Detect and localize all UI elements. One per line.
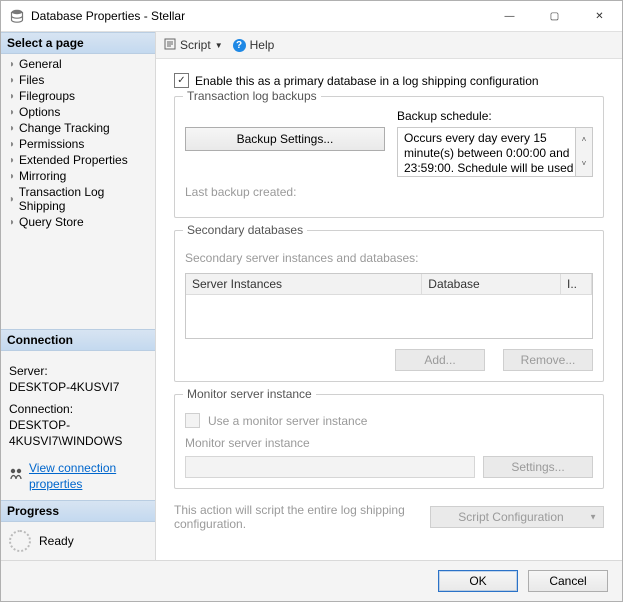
add-secondary-button[interactable]: Add... <box>395 349 485 371</box>
page-label: Files <box>19 73 44 87</box>
remove-secondary-button: Remove... <box>503 349 593 371</box>
page-general[interactable]: ◗General <box>1 56 155 72</box>
backup-schedule-label: Backup schedule: <box>397 109 593 123</box>
connection-value: DESKTOP-4KUSVI7\WINDOWS <box>9 417 147 449</box>
col-last[interactable]: I.. <box>561 274 592 294</box>
use-monitor-label: Use a monitor server instance <box>208 414 367 428</box>
grid-header: Server Instances Database I.. <box>186 274 592 295</box>
use-monitor-checkbox <box>185 413 200 428</box>
sidebar: Select a page ◗General ◗Files ◗Filegroup… <box>1 32 156 560</box>
page-list: ◗General ◗Files ◗Filegroups ◗Options ◗Ch… <box>1 54 155 238</box>
backup-settings-button[interactable]: Backup Settings... <box>185 127 385 151</box>
col-database[interactable]: Database <box>422 274 561 294</box>
cancel-button[interactable]: Cancel <box>528 570 608 592</box>
close-button[interactable]: ✕ <box>577 1 622 31</box>
backup-schedule-text: Occurs every day every 15 minute(s) betw… <box>404 131 573 177</box>
page-extended-properties[interactable]: ◗Extended Properties <box>1 152 155 168</box>
schedule-spin-up[interactable]: ˄ <box>575 128 592 153</box>
enable-primary-checkbox[interactable] <box>174 73 189 88</box>
help-label: Help <box>250 38 275 52</box>
help-button[interactable]: ? Help <box>233 38 275 52</box>
script-label: Script <box>180 38 211 52</box>
title-bar: Database Properties - Stellar — ▢ ✕ <box>1 1 622 32</box>
page-filegroups[interactable]: ◗Filegroups <box>1 88 155 104</box>
database-icon <box>9 8 25 24</box>
minimize-button[interactable]: — <box>487 1 532 31</box>
script-dropdown[interactable]: Script ▼ <box>164 38 223 53</box>
sec-db-legend: Secondary databases <box>183 223 307 237</box>
secondary-databases-group: Secondary databases Secondary server ins… <box>174 230 604 382</box>
script-icon <box>164 38 176 53</box>
dropdown-icon: ▼ <box>215 41 223 50</box>
transaction-log-backups-group: Transaction log backups Backup Settings.… <box>174 96 604 218</box>
last-backup-label: Last backup created: <box>185 185 593 199</box>
select-page-header: Select a page <box>1 32 155 54</box>
page-label: Transaction Log Shipping <box>19 185 151 213</box>
content-toolbar: Script ▼ ? Help <box>156 32 622 59</box>
page-transaction-log-shipping[interactable]: ◗Transaction Log Shipping <box>1 184 155 214</box>
page-label: Permissions <box>19 137 84 151</box>
script-note: This action will script the entire log s… <box>174 503 430 531</box>
connection-properties-icon <box>9 467 23 485</box>
connection-header: Connection <box>1 329 155 351</box>
server-value: DESKTOP-4KUSVI7 <box>9 379 147 395</box>
maximize-button[interactable]: ▢ <box>532 1 577 31</box>
col-server-instances[interactable]: Server Instances <box>186 274 422 294</box>
window-root: Database Properties - Stellar — ▢ ✕ Sele… <box>0 0 623 602</box>
progress-status: Ready <box>39 534 74 548</box>
secondary-grid[interactable]: Server Instances Database I.. <box>185 273 593 339</box>
main-panel: Script ▼ ? Help Enable this as a primary… <box>156 32 622 560</box>
dialog-footer: OK Cancel <box>1 560 622 601</box>
script-configuration-dropdown: Script Configuration ▼ <box>430 506 604 528</box>
page-label: Extended Properties <box>19 153 128 167</box>
page-query-store[interactable]: ◗Query Store <box>1 214 155 230</box>
grid-body <box>186 295 592 338</box>
monitor-server-field <box>185 456 475 478</box>
monitor-server-group: Monitor server instance Use a monitor se… <box>174 394 604 489</box>
monitor-settings-button: Settings... <box>483 456 593 478</box>
page-label: Query Store <box>19 215 84 229</box>
monitor-legend: Monitor server instance <box>183 387 316 401</box>
page-files[interactable]: ◗Files <box>1 72 155 88</box>
page-label: Filegroups <box>19 89 75 103</box>
progress-header: Progress <box>1 500 155 522</box>
page-change-tracking[interactable]: ◗Change Tracking <box>1 120 155 136</box>
help-icon: ? <box>233 39 246 52</box>
content-area: Enable this as a primary database in a l… <box>156 59 622 560</box>
page-mirroring[interactable]: ◗Mirroring <box>1 168 155 184</box>
secondary-list-label: Secondary server instances and databases… <box>185 251 593 265</box>
connection-panel: Server: DESKTOP-4KUSVI7 Connection: DESK… <box>1 351 155 500</box>
connection-label: Connection: <box>9 401 147 417</box>
page-permissions[interactable]: ◗Permissions <box>1 136 155 152</box>
script-configuration-label: Script Configuration <box>458 510 563 524</box>
tlb-legend: Transaction log backups <box>183 89 321 103</box>
window-title: Database Properties - Stellar <box>31 9 185 23</box>
enable-primary-label: Enable this as a primary database in a l… <box>195 74 539 88</box>
page-options[interactable]: ◗Options <box>1 104 155 120</box>
ok-button[interactable]: OK <box>438 570 518 592</box>
progress-panel: Ready <box>1 522 155 560</box>
page-label: Mirroring <box>19 169 66 183</box>
backup-schedule-field[interactable]: Occurs every day every 15 minute(s) betw… <box>397 127 593 177</box>
progress-spinner-icon <box>9 530 31 552</box>
schedule-spin-down[interactable]: ˅ <box>575 152 592 176</box>
page-label: Change Tracking <box>19 121 110 135</box>
monitor-field-label: Monitor server instance <box>185 436 593 450</box>
page-label: General <box>19 57 62 71</box>
view-connection-properties-link[interactable]: View connection properties <box>29 460 147 492</box>
server-label: Server: <box>9 363 147 379</box>
page-label: Options <box>19 105 60 119</box>
dropdown-icon: ▼ <box>589 513 597 522</box>
